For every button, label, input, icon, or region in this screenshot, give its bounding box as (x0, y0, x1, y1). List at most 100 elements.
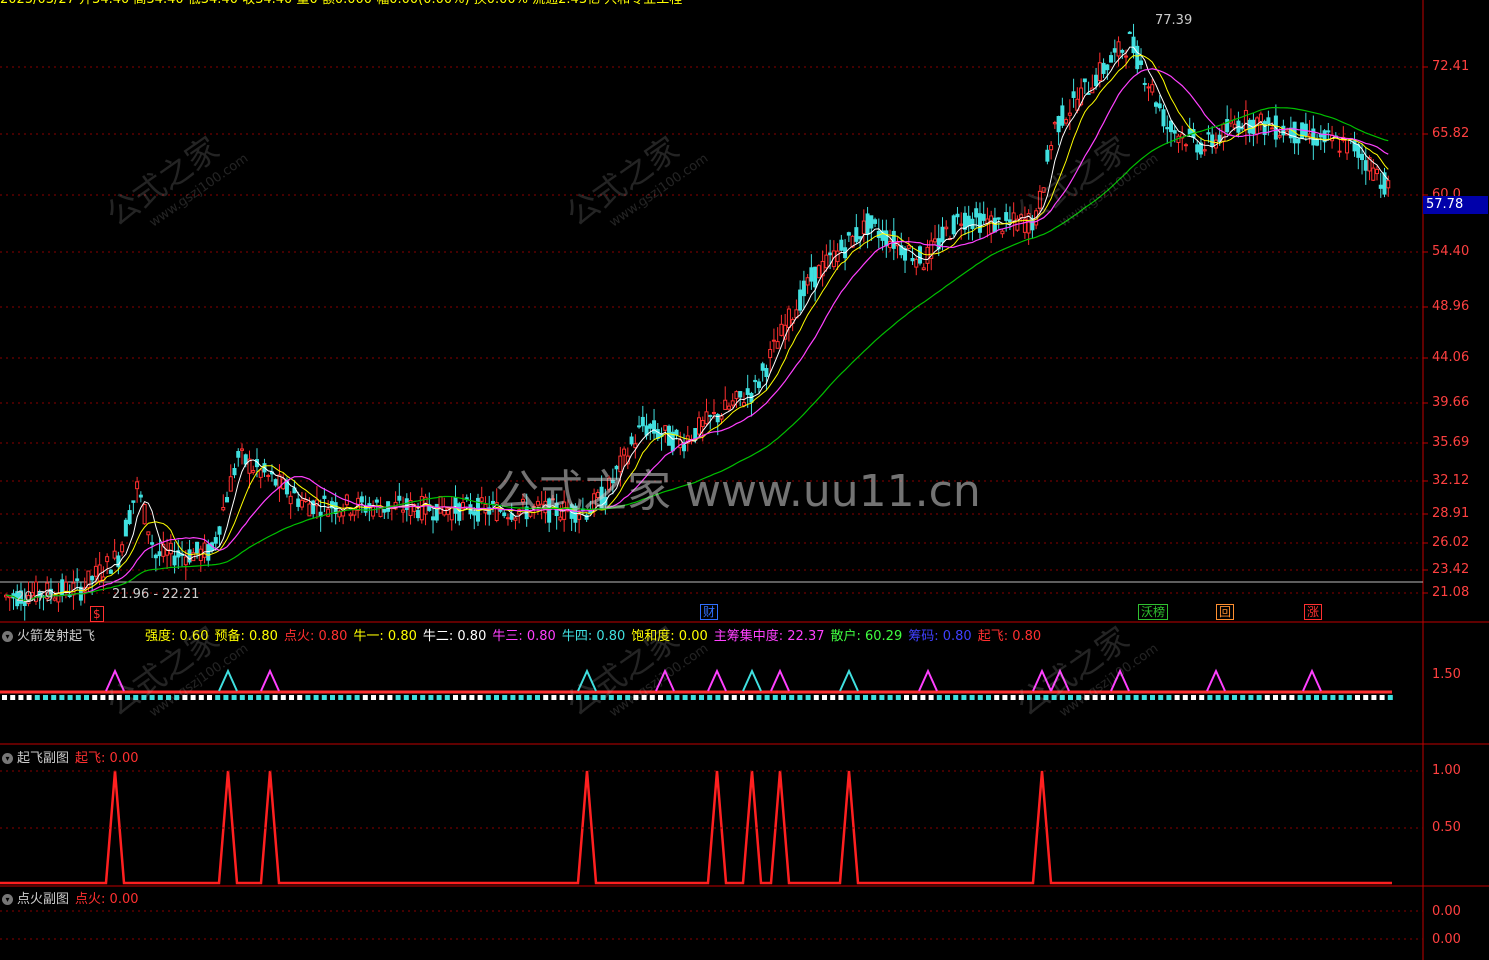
candle-body (1004, 212, 1009, 221)
candle-body (741, 402, 746, 407)
candle-body (1337, 150, 1342, 153)
candle-body (296, 498, 301, 507)
signal-dot (51, 695, 57, 700)
signal-dot (1232, 695, 1237, 700)
candle-body (1165, 127, 1170, 130)
candle-body (674, 429, 679, 436)
candle-body (1247, 119, 1252, 134)
candle-body (90, 575, 95, 581)
candle-body (1307, 133, 1312, 137)
candle-body (921, 267, 926, 271)
event-badge[interactable]: $ (90, 606, 104, 622)
candle-body (123, 519, 128, 537)
candle-body (1161, 109, 1166, 127)
signal-dot (1117, 695, 1123, 700)
collapse-icon[interactable]: ▾ (2, 894, 13, 905)
collapse-icon[interactable]: ▾ (2, 753, 13, 764)
candle-body (726, 405, 731, 410)
candle-body (146, 531, 151, 536)
signal-dot (1387, 695, 1393, 700)
candle-body (977, 213, 982, 233)
signal-dot (1100, 695, 1106, 700)
candle-body (157, 551, 162, 557)
event-badge[interactable]: 回 (1216, 604, 1235, 620)
panel3-axis-label-top: 1.00 (1432, 763, 1461, 778)
candle-body (52, 597, 57, 601)
signal-dot (953, 695, 959, 700)
signal-dot (1207, 695, 1213, 700)
candle-body (348, 513, 353, 517)
signal-dot (1182, 695, 1188, 700)
candle-body (228, 476, 233, 492)
collapse-icon[interactable]: ▾ (2, 631, 13, 642)
signal-dot (231, 695, 237, 700)
candle-body (839, 239, 844, 251)
candle-body (217, 526, 222, 535)
indicator-readout: 牛四: 0.80 (561, 629, 626, 644)
candle-body (865, 213, 870, 235)
candle-body (1360, 153, 1365, 161)
signal-dot (362, 695, 368, 700)
signal-dot (1314, 695, 1319, 700)
signal-dot (387, 695, 393, 700)
candle-body (1157, 103, 1162, 109)
candle-body (1071, 91, 1076, 98)
candle-body (382, 508, 387, 513)
candle-body (1195, 144, 1200, 153)
candle-body (1187, 128, 1192, 135)
signal-dot (444, 695, 450, 700)
candle-body (1094, 74, 1099, 87)
signal-dot (395, 695, 401, 700)
indicator-readout: 点火: 0.80 (283, 629, 348, 644)
candle-body (1124, 55, 1129, 58)
signal-dot (731, 695, 737, 700)
signal-dot (846, 695, 852, 700)
event-badge[interactable]: 财 (700, 604, 719, 620)
candle-body (453, 497, 458, 514)
candle-body (910, 258, 915, 262)
price-axis-label: 21.08 (1432, 585, 1470, 600)
signal-dot (198, 695, 204, 700)
panel2-axis-label: 1.50 (1432, 667, 1461, 682)
candle-body (1116, 41, 1121, 57)
candle-body (738, 391, 743, 398)
price-axis-label: 35.69 (1432, 435, 1470, 450)
panel4-axis-label-2: 0.00 (1432, 932, 1461, 947)
signal-dot (920, 695, 926, 700)
event-badge[interactable]: 涨 (1304, 604, 1323, 620)
panel2-header: ▾ 火箭发射起飞 强度: 0.60 预备: 0.80 点火: 0.80 牛一: 0.80 牛… (2, 625, 1047, 644)
signal-dot (772, 695, 778, 700)
signal-dot (723, 695, 729, 700)
candle-body (165, 549, 170, 556)
signal-dot (1322, 695, 1328, 700)
candle-body (438, 495, 443, 514)
candle-body (974, 208, 979, 218)
candle-body (273, 479, 278, 486)
candle-body (172, 555, 177, 566)
candle-body (457, 503, 462, 521)
signal-dot (289, 695, 294, 700)
candle-body (1378, 184, 1383, 189)
candle-body (75, 578, 80, 581)
signal-dot (1002, 695, 1008, 700)
signal-dot (740, 695, 745, 700)
signal-dot (936, 695, 942, 700)
candle-body (760, 363, 765, 371)
event-badge[interactable]: 沃榜 (1138, 604, 1169, 620)
candle-body (652, 420, 657, 434)
candle-body (1315, 139, 1320, 146)
signal-dot (690, 695, 696, 700)
candle-body (1052, 122, 1057, 125)
price-axis-label: 28.91 (1432, 506, 1470, 521)
candle-body (903, 248, 908, 261)
candle-body (374, 499, 379, 503)
candle-body (858, 236, 863, 240)
candle-body (404, 498, 409, 511)
candle-body (359, 496, 364, 503)
candle-body (906, 245, 911, 249)
candle-body (67, 594, 72, 597)
candle-body (1172, 130, 1177, 134)
signal-dot (1158, 695, 1164, 700)
signal-dot (1248, 695, 1254, 700)
signal-dot (666, 695, 672, 700)
